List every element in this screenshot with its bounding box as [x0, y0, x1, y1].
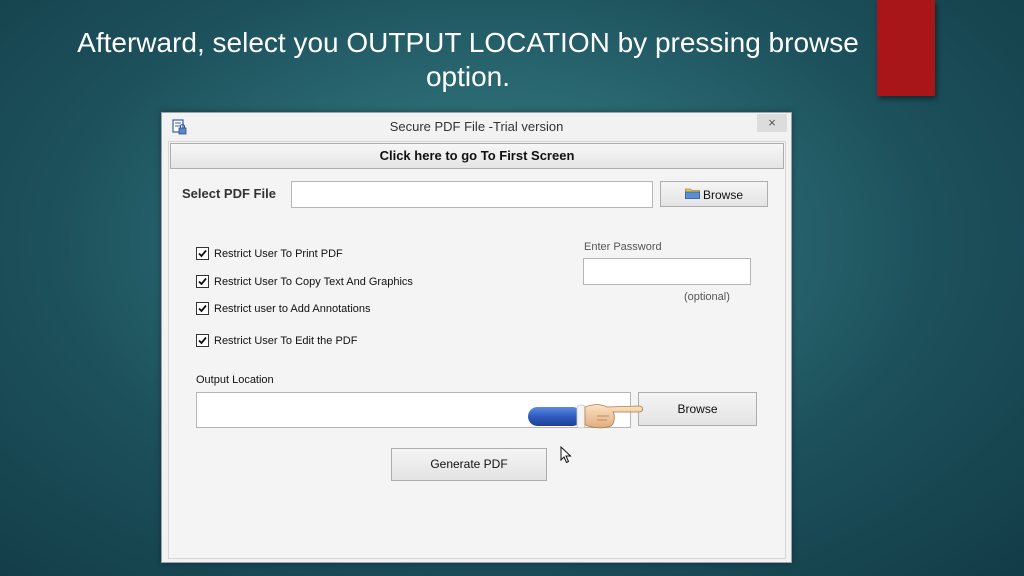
close-button[interactable]: ×	[757, 114, 787, 132]
pointing-hand-icon	[527, 401, 647, 436]
window-title: Secure PDF File -Trial version	[389, 119, 564, 134]
print-restriction-checkbox[interactable]	[196, 247, 209, 260]
title-bar: Secure PDF File -Trial version ×	[162, 113, 791, 141]
select-pdf-label: Select PDF File	[182, 186, 276, 201]
annotation-restriction-label: Restrict user to Add Annotations	[214, 303, 371, 315]
edit-restriction-label: Restrict User To Edit the PDF	[214, 335, 358, 347]
generate-pdf-button[interactable]: Generate PDF	[391, 448, 547, 481]
annotation-restriction-checkbox[interactable]	[196, 302, 209, 315]
checkmark-icon	[198, 304, 207, 313]
checkmark-icon	[198, 249, 207, 258]
form-panel: Click here to go To First Screen Select …	[168, 141, 786, 559]
output-location-label: Output Location	[196, 374, 274, 386]
password-label: Enter Password	[584, 241, 662, 253]
app-window: Secure PDF File -Trial version × Click h…	[161, 112, 792, 563]
first-screen-button[interactable]: Click here to go To First Screen	[170, 143, 784, 169]
copy-restriction-checkbox[interactable]	[196, 275, 209, 288]
mouse-cursor-icon	[560, 445, 572, 469]
red-accent-tab	[877, 0, 935, 96]
print-restriction-label: Restrict User To Print PDF	[214, 248, 343, 260]
optional-hint: (optional)	[684, 291, 730, 303]
folder-icon	[685, 183, 700, 207]
browse-pdf-label: Browse	[702, 187, 743, 202]
checkmark-icon	[198, 336, 207, 345]
slide-title: Afterward, select you OUTPUT LOCATION by…	[77, 27, 859, 92]
browse-pdf-button[interactable]: Browse	[660, 181, 768, 207]
pdf-file-input[interactable]	[291, 181, 653, 208]
password-input[interactable]	[583, 258, 751, 285]
checkmark-icon	[198, 277, 207, 286]
browse-output-button[interactable]: Browse	[638, 392, 757, 426]
edit-restriction-checkbox[interactable]	[196, 334, 209, 347]
copy-restriction-label: Restrict User To Copy Text And Graphics	[214, 276, 413, 288]
